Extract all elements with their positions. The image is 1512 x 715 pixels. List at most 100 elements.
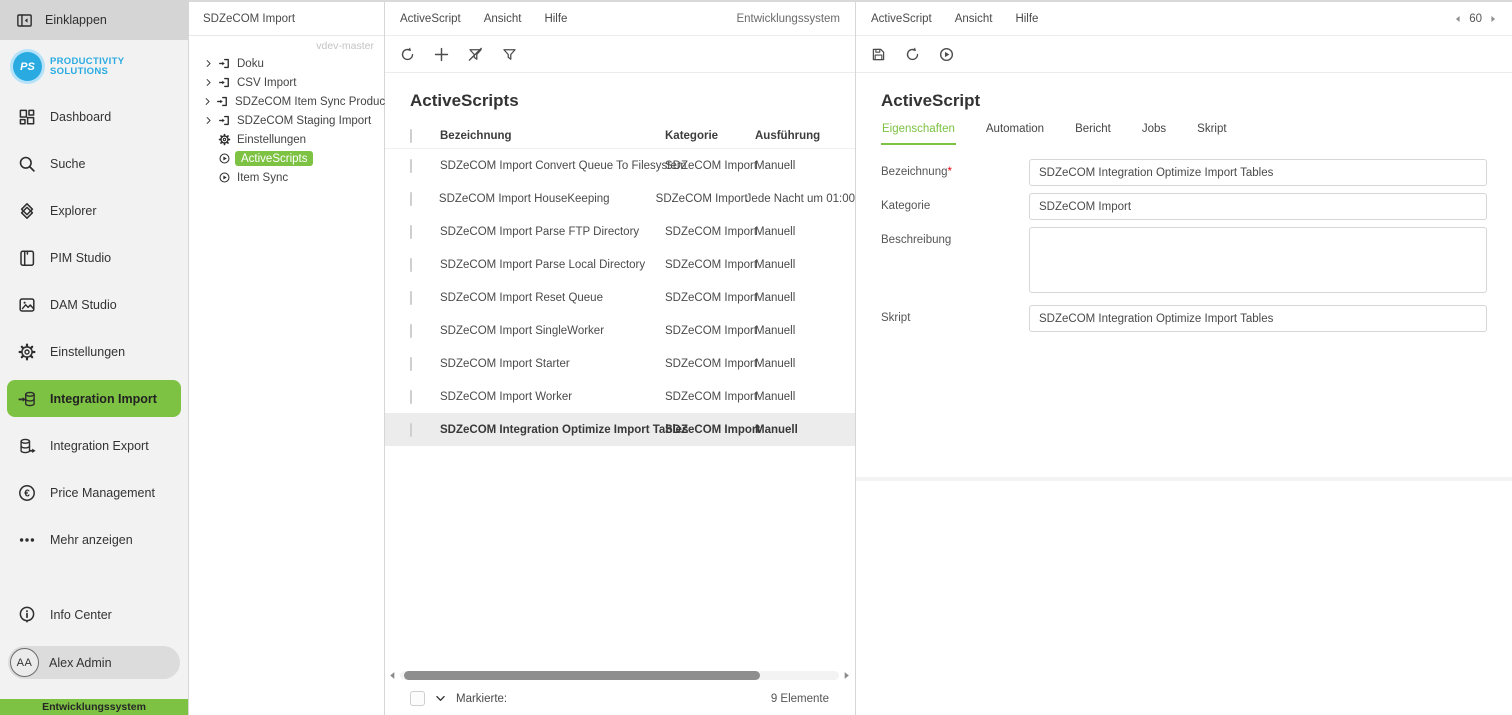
sidebar-item-integration-import[interactable]: Integration Import xyxy=(7,380,181,417)
expand-icon[interactable] xyxy=(203,116,213,125)
menu-items: ActiveScript Ansicht Hilfe xyxy=(400,13,567,25)
pager-next-button[interactable] xyxy=(1489,15,1497,23)
menu-activescript[interactable]: ActiveScript xyxy=(871,13,932,25)
sidebar-item-explorer[interactable]: Explorer xyxy=(0,187,188,234)
menu-ansicht[interactable]: Ansicht xyxy=(484,13,522,25)
tab-automation[interactable]: Automation xyxy=(985,123,1045,145)
horizontal-scrollbar xyxy=(385,668,854,682)
sidebar-item-info-center[interactable]: Info Center xyxy=(0,591,188,638)
table-row[interactable]: SDZeCOM Integration Optimize Import Tabl… xyxy=(385,413,855,446)
menu-hilfe[interactable]: Hilfe xyxy=(544,13,567,25)
detail-toolbar xyxy=(856,36,1512,73)
table-row[interactable]: SDZeCOM Import Parse FTP Directory SDZeCO… xyxy=(385,215,855,248)
row-checkbox[interactable] xyxy=(410,158,412,173)
sidebar-item-pim-studio[interactable]: PIM Studio xyxy=(0,234,188,281)
marked-checkbox[interactable] xyxy=(410,691,425,706)
sidebar-item-integration-export[interactable]: Integration Export xyxy=(0,422,188,469)
row-checkbox-cell xyxy=(410,356,440,371)
select-all-checkbox[interactable] xyxy=(410,128,412,143)
column-header-bezeichnung[interactable]: Bezeichnung xyxy=(440,130,665,142)
tree-item-item-sync[interactable]: Item Sync xyxy=(189,168,384,187)
tab-skript[interactable]: Skript xyxy=(1196,123,1227,145)
detail-panel-title: ActiveScript xyxy=(881,91,981,110)
sidebar-footer: Info Center AA Alex Admin Entwicklungssy… xyxy=(0,591,188,715)
tree-item-einstellungen[interactable]: Einstellungen xyxy=(189,130,384,149)
chevron-down-icon[interactable] xyxy=(434,692,447,705)
row-checkbox[interactable] xyxy=(410,290,412,305)
skript-select[interactable]: SDZeCOM Integration Optimize Import Tabl… xyxy=(1029,305,1487,332)
marked-label: Markierte: xyxy=(456,692,508,705)
table-row[interactable]: SDZeCOM Import HouseKeeping SDZeCOM Impor… xyxy=(385,182,855,215)
menu-hilfe[interactable]: Hilfe xyxy=(1015,13,1038,25)
scrollbar-track[interactable] xyxy=(400,670,839,680)
row-checkbox[interactable] xyxy=(410,356,412,371)
table-row[interactable]: SDZeCOM Import Reset Queue SDZeCOM Import… xyxy=(385,281,855,314)
sidebar-item-label: Explorer xyxy=(50,203,97,218)
row-checkbox[interactable] xyxy=(410,389,412,404)
table-row[interactable]: SDZeCOM Import SingleWorker SDZeCOM Impor… xyxy=(385,314,855,347)
sidebar-item-suche[interactable]: Suche xyxy=(0,140,188,187)
environment-label: Entwicklungssystem xyxy=(736,12,840,25)
sidebar-item-price-management[interactable]: € Price Management xyxy=(0,469,188,516)
tab-eigenschaften[interactable]: Eigenschaften xyxy=(881,123,956,145)
run-button[interactable] xyxy=(933,41,960,68)
filter-button[interactable] xyxy=(496,41,523,68)
beschreibung-field[interactable] xyxy=(1029,227,1487,293)
collapse-sidebar-button[interactable]: Einklappen xyxy=(0,0,188,40)
refresh-button[interactable] xyxy=(394,41,421,68)
user-menu[interactable]: AA Alex Admin xyxy=(8,646,180,679)
menu-activescript[interactable]: ActiveScript xyxy=(400,13,461,25)
tree-item-label: SDZeCOM Staging Import xyxy=(237,114,372,127)
tree-item-doku[interactable]: Doku xyxy=(189,54,384,73)
field-control xyxy=(1029,227,1487,298)
row-checkbox[interactable] xyxy=(410,422,412,437)
cell-bezeichnung: SDZeCOM Import Starter xyxy=(440,357,570,370)
column-header-kategorie[interactable]: Kategorie xyxy=(665,130,755,142)
tree-item-label: SDZeCOM Item Sync Products xyxy=(235,95,395,108)
sidebar-item-dashboard[interactable]: Dashboard xyxy=(0,93,188,140)
tree-item-sdzecom-item-sync-products[interactable]: SDZeCOM Item Sync Products xyxy=(189,92,394,111)
kategorie-field[interactable] xyxy=(1029,193,1487,220)
refresh-button[interactable] xyxy=(899,41,926,68)
column-header-ausfuehrung[interactable]: Ausführung xyxy=(755,130,855,142)
expand-icon[interactable] xyxy=(203,78,213,87)
row-checkbox[interactable] xyxy=(410,257,412,272)
integration-import-icon xyxy=(16,389,37,409)
collapse-label: Einklappen xyxy=(45,13,107,27)
bezeichnung-field[interactable] xyxy=(1029,159,1487,186)
collapse-icon xyxy=(15,11,34,30)
table-row[interactable]: SDZeCOM Import Worker SDZeCOM Import Manue… xyxy=(385,380,855,413)
scroll-right-button[interactable] xyxy=(841,670,852,681)
row-checkbox[interactable] xyxy=(410,224,412,239)
table-row[interactable]: SDZeCOM Import Starter SDZeCOM Import Manu… xyxy=(385,347,855,380)
save-button[interactable] xyxy=(865,41,892,68)
cell-bezeichnung: SDZeCOM Import Worker xyxy=(440,390,573,403)
menu-ansicht[interactable]: Ansicht xyxy=(955,13,993,25)
filter-remove-button[interactable] xyxy=(462,41,489,68)
scroll-left-button[interactable] xyxy=(387,670,398,681)
pager-previous-button[interactable] xyxy=(1454,15,1462,23)
sidebar-item-dam-studio[interactable]: DAM Studio xyxy=(0,281,188,328)
sidebar-item-label: Integration Export xyxy=(50,438,149,453)
tree-item-activescripts[interactable]: ActiveScripts xyxy=(189,149,384,168)
table-row[interactable]: SDZeCOM Import Convert Queue To Filesyst… xyxy=(385,149,855,182)
sidebar-item-mehr-anzeigen[interactable]: Mehr anzeigen xyxy=(0,516,188,563)
scrollbar-thumb[interactable] xyxy=(404,670,760,680)
field-control: SDZeCOM Integration Optimize Import Tabl… xyxy=(1029,305,1487,350)
add-button[interactable] xyxy=(428,41,455,68)
tree-item-sdzecom-staging-import[interactable]: SDZeCOM Staging Import xyxy=(189,111,384,130)
sidebar-item-einstellungen[interactable]: Einstellungen xyxy=(0,328,188,375)
row-checkbox-cell xyxy=(410,191,439,206)
tree-item-csv-import[interactable]: CSV Import xyxy=(189,73,384,92)
cell-ausfuehrung: Manuell xyxy=(755,159,796,172)
cell-bezeichnung: SDZeCOM Import Reset Queue xyxy=(440,291,603,304)
row-checkbox[interactable] xyxy=(410,323,412,338)
expand-icon[interactable] xyxy=(203,97,212,106)
table-row[interactable]: SDZeCOM Import Parse Local Directory SDZe… xyxy=(385,248,855,281)
row-checkbox[interactable] xyxy=(410,191,412,206)
field-label: Bezeichnung* xyxy=(881,159,1029,186)
sidebar-item-label: Price Management xyxy=(50,485,155,500)
expand-icon[interactable] xyxy=(203,59,213,68)
tab-jobs[interactable]: Jobs xyxy=(1141,123,1167,145)
tab-bericht[interactable]: Bericht xyxy=(1074,123,1112,145)
